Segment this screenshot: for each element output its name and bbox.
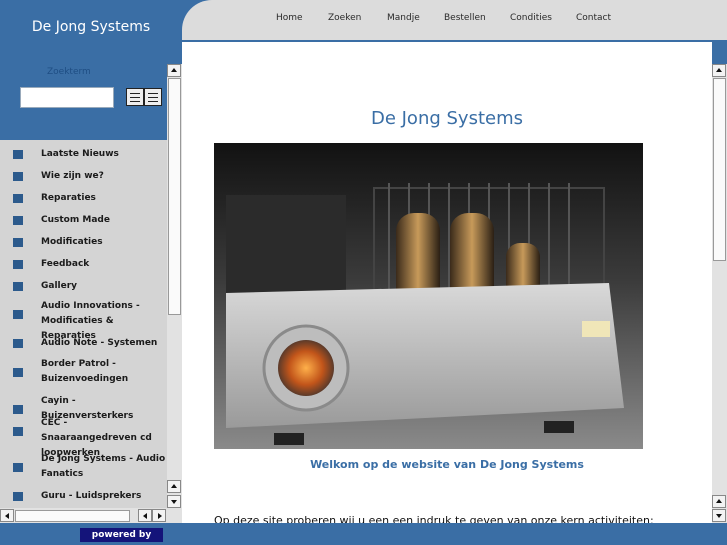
tube-amplifier-illustration — [226, 183, 624, 445]
nav-mandje-link[interactable]: Mandje — [387, 13, 420, 23]
sidebar-item[interactable]: Custom Made — [0, 213, 167, 228]
sidebar-hscroll-thumb[interactable] — [15, 510, 130, 522]
nav-bestellen-link[interactable]: Bestellen — [444, 13, 486, 23]
square-bullet-icon — [13, 405, 23, 414]
sidebar-scroll-left-icon[interactable] — [138, 509, 152, 522]
square-bullet-icon — [13, 427, 23, 436]
sidebar-scroll-down-icon[interactable] — [167, 495, 181, 508]
search-label: Zoekterm — [47, 67, 91, 77]
main-scroll-thumb[interactable] — [713, 78, 726, 261]
sidebar-item-label: Guru - Luidsprekers — [41, 491, 142, 501]
square-bullet-icon — [13, 216, 23, 225]
sidebar-item[interactable]: Laatste Nieuws — [0, 147, 167, 162]
sidebar-item-label: Modificaties — [41, 237, 103, 247]
square-bullet-icon — [13, 339, 23, 348]
sidebar-item[interactable]: Guru - Luidsprekers — [0, 489, 167, 504]
browser-frameset: De Jong Systems Zoekterm Laatste Nieuws W… — [0, 0, 727, 545]
nav-contact-link[interactable]: Contact — [576, 13, 611, 23]
sidebar-scroll-thumb[interactable] — [168, 78, 181, 315]
sidebar-scroll-up-icon[interactable] — [167, 64, 181, 77]
square-bullet-icon — [13, 310, 23, 319]
sidebar-item[interactable]: Audio Innovations - Modificaties & Repar… — [0, 299, 167, 341]
square-bullet-icon — [13, 492, 23, 501]
hero-image — [214, 143, 643, 449]
sidebar-item[interactable]: Gallery — [0, 279, 167, 294]
left-frame: De Jong Systems Zoekterm Laatste Nieuws W… — [0, 0, 182, 523]
nav-condities-link[interactable]: Condities — [510, 13, 552, 23]
sidebar-item[interactable]: Audio Note - Systemen — [0, 336, 167, 351]
sidebar-item-label: Feedback — [41, 259, 90, 269]
nav-home-link[interactable]: Home — [276, 13, 303, 23]
sidebar-item-label: Border Patrol - Buizenvoedingen — [41, 359, 129, 384]
sidebar-item-label: Audio Note - Systemen — [41, 338, 158, 348]
sidebar-item-label: Reparaties — [41, 193, 96, 203]
site-brand: De Jong Systems — [31, 19, 151, 35]
sidebar-nav: Laatste Nieuws Wie zijn we? Reparaties Cust… — [0, 140, 167, 508]
page-title: De Jong Systems — [370, 108, 524, 129]
main-scroll-up-icon[interactable] — [712, 495, 726, 508]
sidebar-item[interactable]: Modificaties — [0, 235, 167, 250]
intro-text: Op deze site proberen wij u een een indr… — [214, 514, 654, 523]
sidebar-item-label: Laatste Nieuws — [41, 149, 119, 159]
square-bullet-icon — [13, 194, 23, 203]
sidebar-item[interactable]: De Jong Systems - Audio Fanatics — [0, 452, 167, 482]
sidebar-item[interactable]: Reparaties — [0, 191, 167, 206]
sidebar-scroll-up-icon[interactable] — [167, 480, 181, 493]
main-scroll-down-icon[interactable] — [712, 509, 726, 522]
search-advanced-icon[interactable] — [144, 88, 162, 106]
sidebar-item-label: Wie zijn we? — [41, 171, 104, 181]
sidebar-item[interactable]: Border Patrol - Buizenvoedingen — [0, 357, 167, 387]
sidebar-item-label: Gallery — [41, 281, 78, 291]
sidebar-item-label: Custom Made — [41, 215, 110, 225]
hero-caption: Welkom op de website van De Jong Systems — [310, 458, 584, 471]
square-bullet-icon — [13, 282, 23, 291]
sidebar-item-label: De Jong Systems - Audio Fanatics — [41, 454, 166, 479]
square-bullet-icon — [13, 260, 23, 269]
sidebar-item[interactable]: CEC - Snaaraangedreven cd loopwerken — [0, 416, 167, 458]
sidebar-item[interactable]: Wie zijn we? — [0, 169, 167, 184]
square-bullet-icon — [13, 150, 23, 159]
top-nav: Home Zoeken Mandje Bestellen Condities C… — [182, 0, 727, 40]
top-frame: Home Zoeken Mandje Bestellen Condities C… — [182, 0, 727, 42]
square-bullet-icon — [13, 238, 23, 247]
square-bullet-icon — [13, 463, 23, 472]
sidebar-scroll-right-icon[interactable] — [152, 509, 166, 522]
main-frame: De Jong Systems Welkom op de website van… — [182, 42, 712, 523]
search-submit-icon[interactable] — [126, 88, 144, 106]
bottom-frame: powered by — [0, 523, 727, 545]
powered-by-badge[interactable]: powered by — [80, 528, 163, 542]
sidebar-item[interactable]: Feedback — [0, 257, 167, 272]
square-bullet-icon — [13, 172, 23, 181]
sidebar-scroll-left-icon[interactable] — [0, 509, 14, 522]
search-input[interactable] — [20, 87, 114, 108]
nav-zoeken-link[interactable]: Zoeken — [328, 13, 361, 23]
square-bullet-icon — [13, 368, 23, 377]
main-scroll-up-icon[interactable] — [712, 64, 726, 77]
